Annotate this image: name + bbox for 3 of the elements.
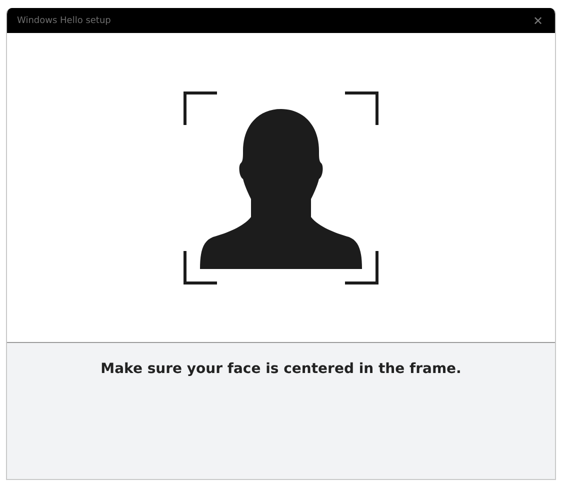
- close-button[interactable]: ✕: [529, 14, 547, 28]
- window-title: Windows Hello setup: [17, 16, 111, 26]
- instruction-text: Make sure your face is centered in the frame.: [100, 361, 462, 379]
